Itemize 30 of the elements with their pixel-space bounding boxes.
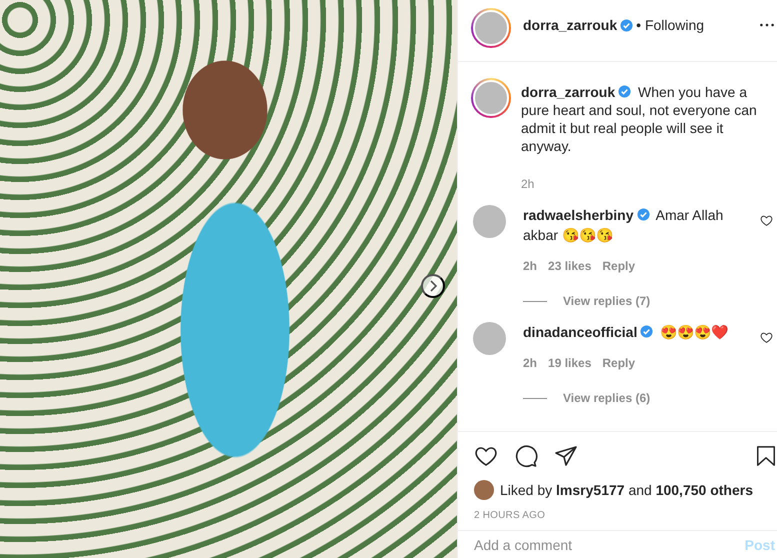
username-link[interactable]: dorra_zarrouk xyxy=(523,17,618,33)
view-replies-link[interactable]: View replies (7) xyxy=(563,294,650,308)
heart-icon[interactable] xyxy=(760,331,773,344)
reply-link[interactable]: Reply xyxy=(602,259,636,273)
avatar[interactable] xyxy=(474,480,494,500)
follow-status[interactable]: • Following xyxy=(636,17,704,33)
likes-link[interactable]: 19 likes xyxy=(548,356,592,370)
post-timestamp: 2 HOURS AGO xyxy=(474,510,546,521)
bookmark-icon[interactable] xyxy=(755,444,777,468)
caption-text: dorra_zarrouk When you have a pure heart and soul, not everyone can admit it but real people will see it anyway. xyxy=(521,83,758,155)
avatar[interactable] xyxy=(471,78,511,118)
comment-text: dinadanceofficial 😍😍😍❤ xyxy=(523,323,730,342)
liked-by-text: Liked by lmsry5177 and 100,750 others xyxy=(500,482,753,498)
caption-time: 2h xyxy=(521,177,536,191)
more-options-icon[interactable] xyxy=(759,22,775,28)
reply-link[interactable]: Reply xyxy=(602,356,636,370)
share-icon[interactable] xyxy=(554,444,578,468)
view-replies-link[interactable]: View replies (6) xyxy=(563,391,650,405)
heart-icon[interactable] xyxy=(760,214,773,227)
comment-time: 2h xyxy=(523,259,538,273)
comment-time: 2h xyxy=(523,356,538,370)
chevron-right-icon xyxy=(429,280,437,292)
username-link[interactable]: dinadanceofficial xyxy=(523,324,638,340)
username-link[interactable]: dorra_zarrouk xyxy=(521,84,616,100)
username-link[interactable]: radwaelsherbiny xyxy=(523,207,634,223)
avatar[interactable] xyxy=(471,8,511,48)
comment-icon[interactable] xyxy=(514,444,538,468)
comment-text: radwaelsherbiny Amar Allah akbar 😘😘😘 xyxy=(523,206,724,245)
like-heart-icon[interactable] xyxy=(474,444,498,468)
likes-link[interactable]: 23 likes xyxy=(548,259,592,273)
